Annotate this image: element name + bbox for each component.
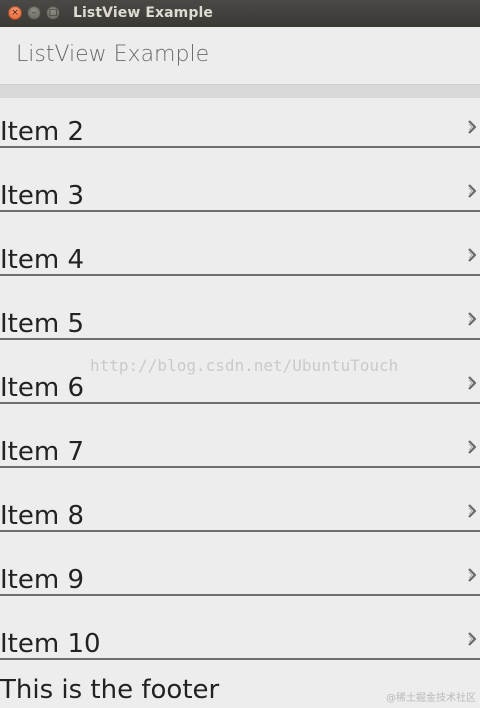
list-footer: This is the footer (0, 674, 480, 708)
list-item[interactable]: Item 3 (0, 148, 480, 212)
list-item-label: Item 10 (0, 629, 101, 659)
list-item[interactable]: Item 6 (0, 340, 480, 404)
list-item[interactable]: Item 10 (0, 596, 480, 660)
page-title: ListView Example (16, 42, 210, 67)
list-item-label: Item 2 (0, 117, 84, 147)
list-item-label: Item 6 (0, 373, 84, 403)
list-item-label: Item 3 (0, 181, 84, 211)
window-titlebar[interactable]: × – □ ListView Example (0, 0, 480, 27)
chevron-right-icon (467, 376, 477, 390)
chevron-right-icon (467, 632, 477, 646)
list-item[interactable]: Item 5 (0, 276, 480, 340)
list-item-label: Item 9 (0, 565, 84, 595)
list-scroll-edge (0, 85, 480, 98)
chevron-right-icon (467, 184, 477, 198)
app-window: × – □ ListView Example ListView Example … (0, 0, 480, 708)
chevron-right-icon (467, 568, 477, 582)
maximize-icon: □ (48, 7, 58, 18)
list-item-label: Item 8 (0, 501, 84, 531)
chevron-right-icon (467, 504, 477, 518)
minimize-icon: – (31, 7, 37, 18)
chevron-right-icon (467, 440, 477, 454)
list-item[interactable]: Item 9 (0, 532, 480, 596)
close-window-button[interactable]: × (8, 6, 22, 20)
list-item-label: Item 4 (0, 245, 84, 275)
list-item-label: Item 7 (0, 437, 84, 467)
list-item[interactable]: Item 2 (0, 98, 480, 148)
window-title: ListView Example (73, 5, 213, 21)
chevron-right-icon (467, 248, 477, 262)
list-item[interactable]: Item 4 (0, 212, 480, 276)
chevron-right-icon (467, 120, 477, 134)
footer-text: This is the footer (0, 675, 220, 705)
list-view[interactable]: Item 2 Item 3 Item 4 Item 5 Item 6 Item 7 Item… (0, 98, 480, 660)
list-item-label: Item 5 (0, 309, 84, 339)
close-icon: × (11, 7, 19, 18)
list-item[interactable]: Item 8 (0, 468, 480, 532)
list-item[interactable]: Item 7 (0, 404, 480, 468)
minimize-window-button[interactable]: – (27, 6, 41, 20)
maximize-window-button[interactable]: □ (46, 6, 60, 20)
page-header: ListView Example (0, 27, 480, 85)
chevron-right-icon (467, 312, 477, 326)
